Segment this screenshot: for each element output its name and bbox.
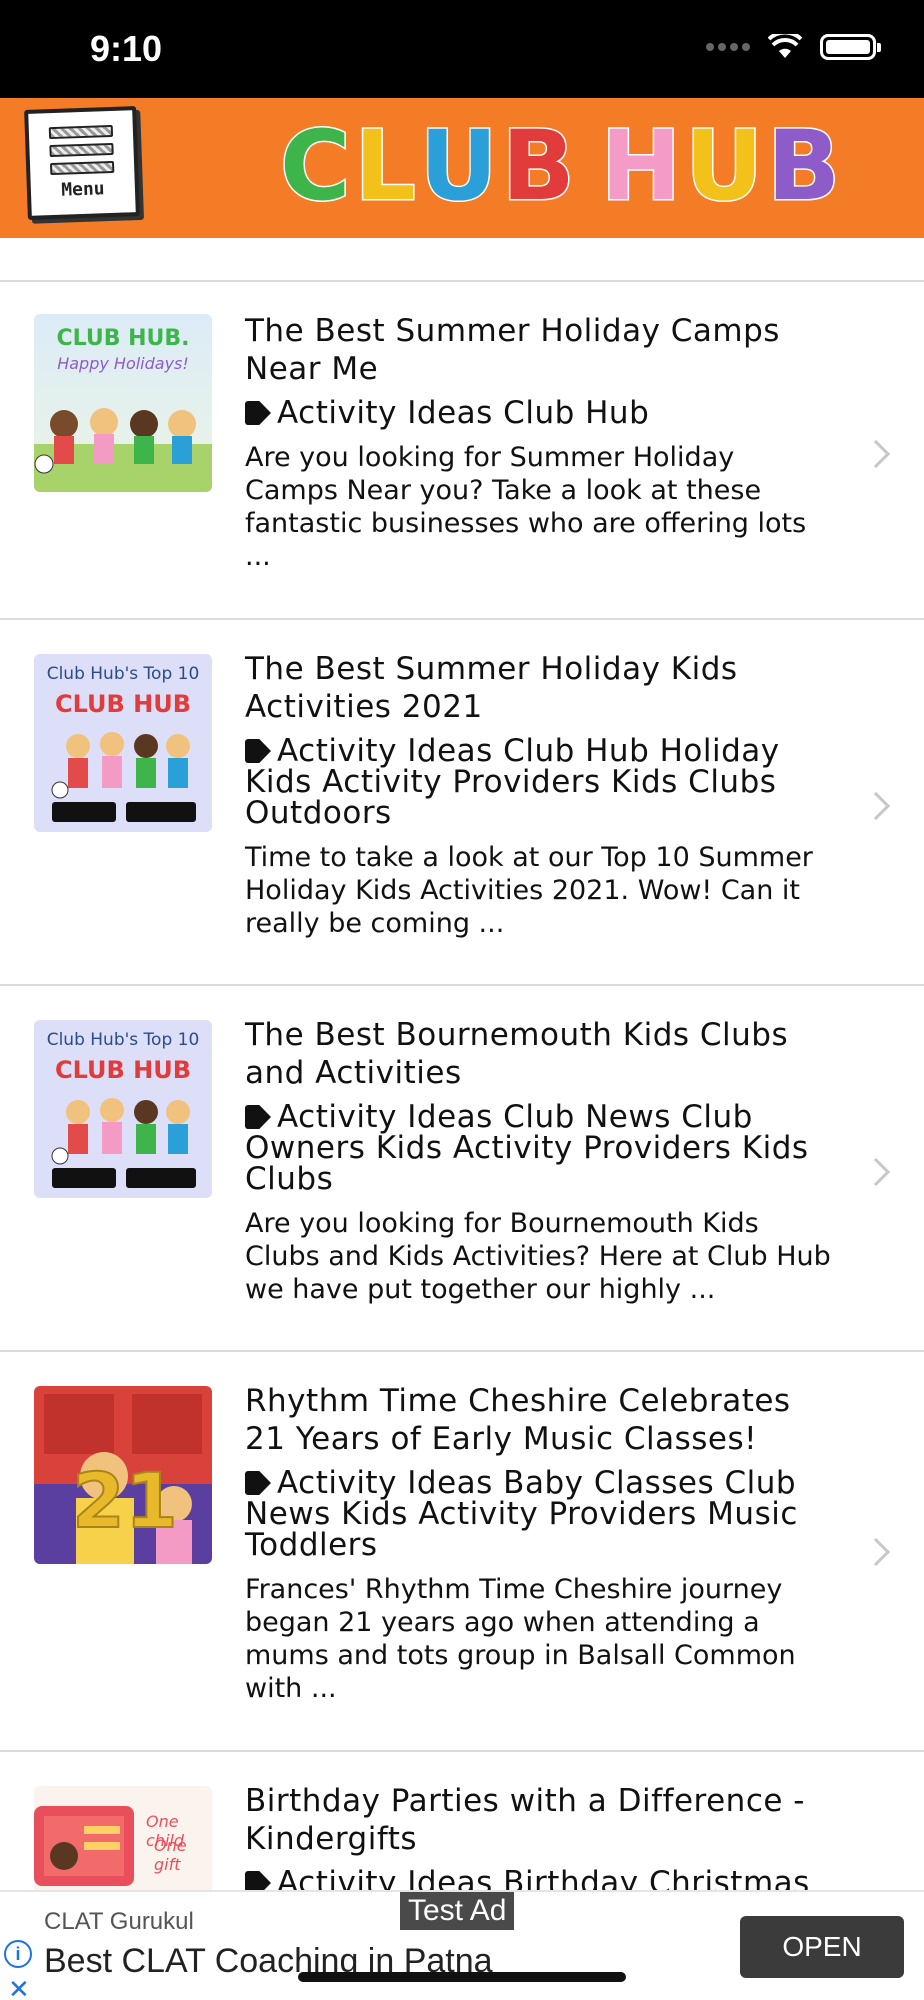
wifi-icon (768, 34, 802, 58)
thumb-caption: Club Hub's Top 10 (46, 1030, 200, 1050)
menu-label: Menu (60, 178, 105, 201)
article-thumbnail: CLUB HUB. Happy Holidays! (34, 314, 212, 492)
list-item[interactable]: One child One gift Birthday Parties with… (0, 1752, 924, 1890)
signal-icon (706, 43, 750, 51)
logo-letter: U (418, 110, 499, 222)
article-thumbnail: One child One gift (34, 1786, 212, 1890)
article-title: The Best Bournemouth Kids Clubs and Acti… (245, 1017, 789, 1091)
thumb-subcaption: CLUB HUB (54, 690, 192, 718)
article-tags: Activity Ideas Club News Club Owners Kid… (245, 1099, 809, 1197)
article-tags: Activity Ideas Club Hub Holiday Kids Act… (245, 733, 780, 831)
status-bar: 9:10 (0, 0, 924, 98)
ad-close-icon[interactable]: ✕ (8, 1974, 30, 2000)
app-header: Menu CLUBHUB (0, 98, 924, 238)
club-hub-logo: CLUBHUB (278, 110, 842, 222)
thumb-caption: CLUB HUB. (56, 326, 190, 351)
ad-open-button[interactable]: OPEN (740, 1916, 904, 1978)
logo-letter: C (278, 110, 351, 222)
article-thumbnail: Club Hub's Top 10 CLUB HUB (34, 1020, 212, 1198)
status-time: 9:10 (90, 28, 163, 69)
thumb-caption: Club Hub's Top 10 (46, 664, 200, 684)
article-excerpt: Are you looking for Summer Holiday Camps… (245, 442, 807, 572)
article-title: Rhythm Time Cheshire Celebrates 21 Years… (245, 1383, 791, 1457)
article-title: The Best Summer Holiday Kids Activities … (245, 651, 738, 725)
article-thumbnail: 21 (34, 1386, 212, 1564)
menu-button[interactable]: Menu (24, 106, 140, 220)
article-list[interactable]: CLUB HUB. Happy Holidays! The Best Summe… (0, 238, 924, 1890)
thumb-caption: 21 (71, 1455, 179, 1546)
article-excerpt: Are you looking for Bournemouth Kids Clu… (245, 1208, 831, 1305)
logo-letter: L (353, 110, 417, 222)
tag-icon (245, 1471, 271, 1495)
logo-letter: B (766, 110, 842, 222)
logo-letter: B (500, 110, 576, 222)
chevron-right-icon (861, 1537, 891, 1567)
list-item[interactable]: CLUB HUB. Happy Holidays! The Best Summe… (0, 282, 924, 620)
chevron-right-icon (861, 439, 891, 469)
ad-banner[interactable]: Test Ad i ✕ CLAT Gurukul Best CLAT Coach… (0, 1890, 924, 2000)
tag-icon (245, 739, 271, 763)
menu-icon (48, 124, 115, 181)
article-title: Birthday Parties with a Difference - Kin… (245, 1783, 805, 1857)
article-content: The Best Summer Holiday Camps Near Me Ac… (245, 312, 835, 573)
list-item[interactable]: Club Hub's Top 10 CLUB HUB The Best Summ… (0, 620, 924, 986)
article-title: The Best Summer Holiday Camps Near Me (245, 313, 780, 387)
article-tags: Activity Ideas Club Hub (245, 398, 835, 429)
article-content: The Best Bournemouth Kids Clubs and Acti… (245, 1016, 835, 1306)
thumb-subcaption: Happy Holidays! (57, 354, 189, 373)
home-indicator[interactable] (298, 1972, 626, 1982)
chevron-right-icon (861, 791, 891, 821)
chevron-right-icon (861, 1157, 891, 1187)
article-tags: Activity Ideas Birthday Christmas (245, 1868, 835, 1890)
logo-letter: H (599, 110, 682, 222)
ad-info-icon[interactable]: i (4, 1940, 32, 1968)
article-content: The Best Summer Holiday Kids Activities … (245, 650, 835, 940)
thumb-subcaption: One gift (154, 1836, 187, 1874)
list-item[interactable]: 21 Rhythm Time Cheshire Celebrates 21 Ye… (0, 1352, 924, 1752)
article-content: Birthday Parties with a Difference - Kin… (245, 1782, 835, 1890)
tag-icon (245, 401, 271, 425)
tag-icon (245, 1105, 271, 1129)
ad-advertiser: CLAT Gurukul (44, 1908, 194, 1935)
article-tags: Activity Ideas Baby Classes Club News Ki… (245, 1465, 798, 1563)
battery-icon (820, 34, 881, 60)
article-excerpt: Time to take a look at our Top 10 Summer… (245, 842, 813, 939)
ad-test-label: Test Ad (400, 1892, 515, 1930)
tag-icon (245, 1871, 271, 1890)
article-content: Rhythm Time Cheshire Celebrates 21 Years… (245, 1382, 835, 1705)
logo-letter: U (684, 110, 765, 222)
status-icons (706, 34, 881, 60)
article-thumbnail: Club Hub's Top 10 CLUB HUB (34, 654, 212, 832)
article-excerpt: Frances' Rhythm Time Cheshire journey be… (245, 1574, 796, 1704)
list-item[interactable]: Club Hub's Top 10 CLUB HUB The Best Bour… (0, 986, 924, 1352)
thumb-subcaption: CLUB HUB (54, 1056, 192, 1084)
